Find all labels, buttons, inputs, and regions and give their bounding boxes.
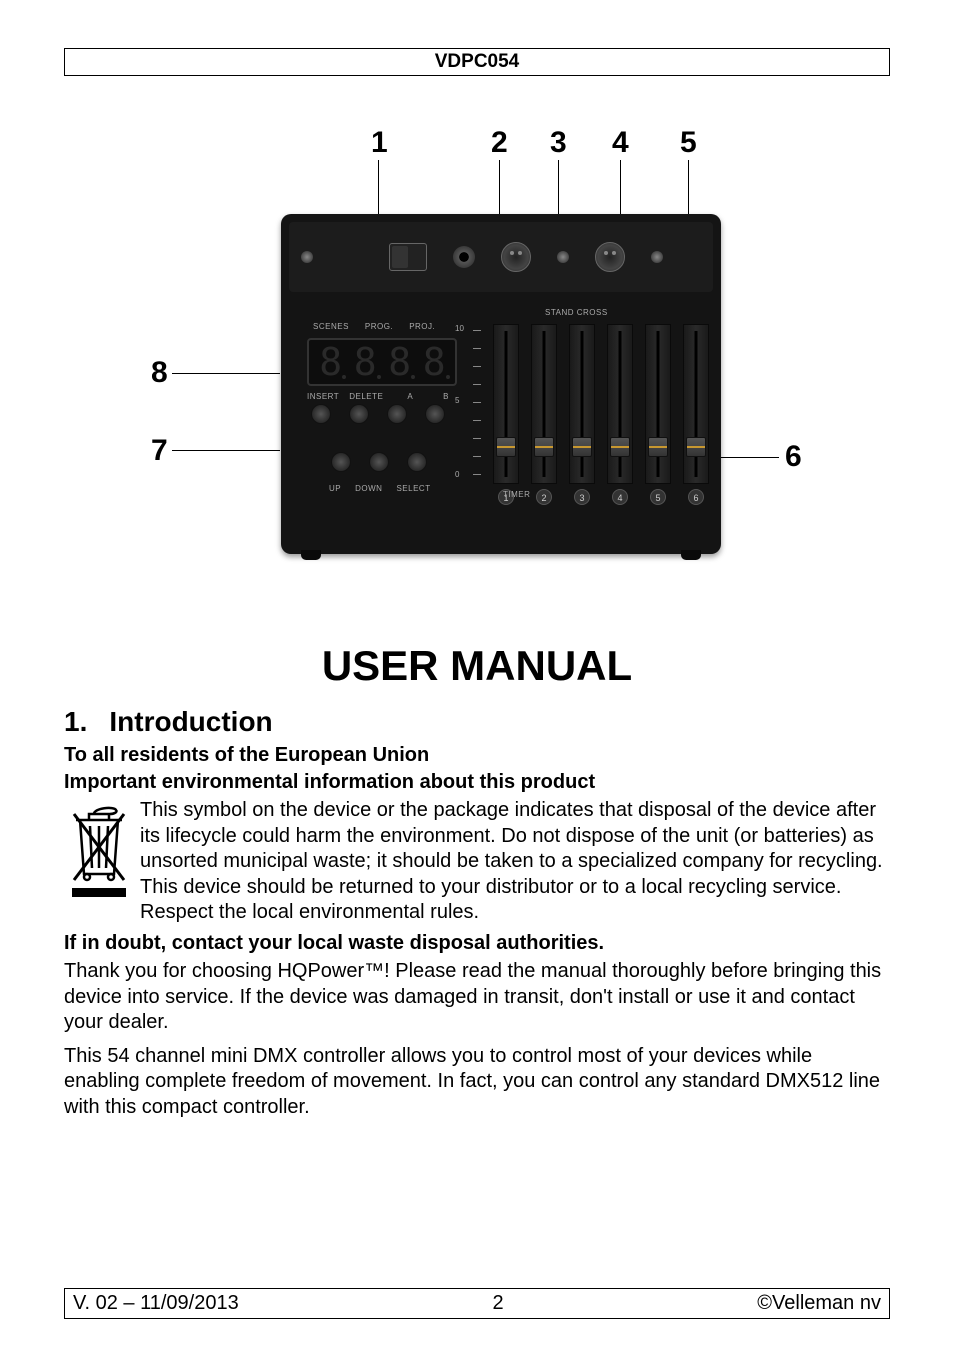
header-title: VDPC054	[64, 48, 890, 76]
weee-crossed-bin-icon	[64, 802, 134, 906]
delete-button-icon	[349, 404, 369, 424]
fader-5-icon: 5	[645, 324, 671, 484]
a-label: A	[407, 392, 413, 401]
proj-label: PROJ.	[409, 322, 435, 331]
xlr-input-icon	[595, 242, 625, 272]
select-label: SELECT	[396, 484, 430, 493]
seven-segment-display	[307, 338, 457, 386]
callout-line	[688, 160, 689, 216]
weee-block: This symbol on the device or the package…	[64, 798, 890, 926]
footer-copyright: ©Velleman nv	[757, 1292, 881, 1315]
fader-4-icon: 4	[607, 324, 633, 484]
callout-line	[620, 160, 621, 216]
a-button-icon	[387, 404, 407, 424]
subheading-environmental: Important environmental information abou…	[64, 771, 890, 794]
callout-3: 3	[550, 126, 567, 160]
timer-label: TIMER	[503, 490, 530, 499]
callout-line	[719, 457, 779, 458]
fader-6-icon: 6	[683, 324, 709, 484]
b-label: B	[443, 392, 449, 401]
document-title: USER MANUAL	[64, 642, 890, 690]
screw-icon	[651, 251, 663, 263]
button-row-top	[311, 404, 445, 424]
paragraph-thanks: Thank you for choosing HQPower™! Please …	[64, 959, 890, 1036]
fader-1-icon: 1	[493, 324, 519, 484]
callout-5: 5	[680, 126, 697, 160]
scale-top-label: 10	[455, 324, 464, 333]
button-row-bottom	[331, 452, 427, 472]
callout-line	[558, 160, 559, 216]
fader-2-icon: 2	[531, 324, 557, 484]
device-rear-panel	[289, 222, 713, 292]
insert-button-icon	[311, 404, 331, 424]
faders-group: 1 2 3 4 5 6	[493, 324, 709, 484]
page-footer: V. 02 – 11/09/2013 2 ©Velleman nv	[64, 1288, 890, 1319]
delete-label: DELETE	[349, 392, 383, 401]
dc-jack-icon	[453, 246, 475, 268]
callout-line	[499, 160, 500, 216]
stand-cross-label: STAND CROSS	[545, 308, 608, 317]
callout-8: 8	[151, 356, 168, 390]
scenes-labels-row: SCENES PROG. PROJ.	[313, 322, 435, 331]
weee-text: This symbol on the device or the package…	[140, 798, 890, 926]
callout-line	[172, 373, 280, 374]
xlr-output-icon	[501, 242, 531, 272]
diagram-figure: 1 2 3 4 5 6 7 8 STAND CROSS	[64, 112, 890, 572]
callout-6: 6	[785, 440, 802, 474]
screw-icon	[557, 251, 569, 263]
callout-2: 2	[491, 126, 508, 160]
section-title: Introduction	[109, 706, 272, 738]
device-body: STAND CROSS SCENES PROG. PROJ. INSERT DE…	[281, 214, 721, 554]
callout-4: 4	[612, 126, 629, 160]
scale-bottom-label: 0	[455, 470, 459, 479]
device-front-panel: STAND CROSS SCENES PROG. PROJ. INSERT DE…	[293, 304, 709, 540]
footer-version: V. 02 – 11/09/2013	[73, 1292, 239, 1315]
insert-label: INSERT	[307, 392, 339, 401]
callout-7: 7	[151, 434, 168, 468]
section-number: 1.	[64, 706, 87, 738]
screw-icon	[301, 251, 313, 263]
subheading-eu-residents: To all residents of the European Union	[64, 744, 890, 767]
scenes-label: SCENES	[313, 322, 349, 331]
callout-line	[378, 160, 379, 216]
power-switch-icon	[389, 243, 427, 271]
callout-1: 1	[371, 126, 388, 160]
fader-scale: 10 5 0	[469, 326, 487, 476]
device-photo-with-callouts: 1 2 3 4 5 6 7 8 STAND CROSS	[137, 112, 817, 572]
up-label: UP	[329, 484, 341, 493]
down-button-icon	[369, 452, 389, 472]
scale-mid-label: 5	[455, 396, 459, 405]
select-button-icon	[407, 452, 427, 472]
callout-line	[172, 450, 280, 451]
prog-label: PROG.	[365, 322, 393, 331]
device-foot-icon	[681, 550, 701, 560]
footer-page-number: 2	[492, 1292, 503, 1315]
down-label: DOWN	[355, 484, 382, 493]
b-button-icon	[425, 404, 445, 424]
subheading-contact-authorities: If in doubt, contact your local waste di…	[64, 932, 890, 955]
device-foot-icon	[301, 550, 321, 560]
paragraph-description: This 54 channel mini DMX controller allo…	[64, 1044, 890, 1121]
up-button-icon	[331, 452, 351, 472]
fader-3-icon: 3	[569, 324, 595, 484]
section-heading-introduction: 1. Introduction	[64, 706, 890, 738]
